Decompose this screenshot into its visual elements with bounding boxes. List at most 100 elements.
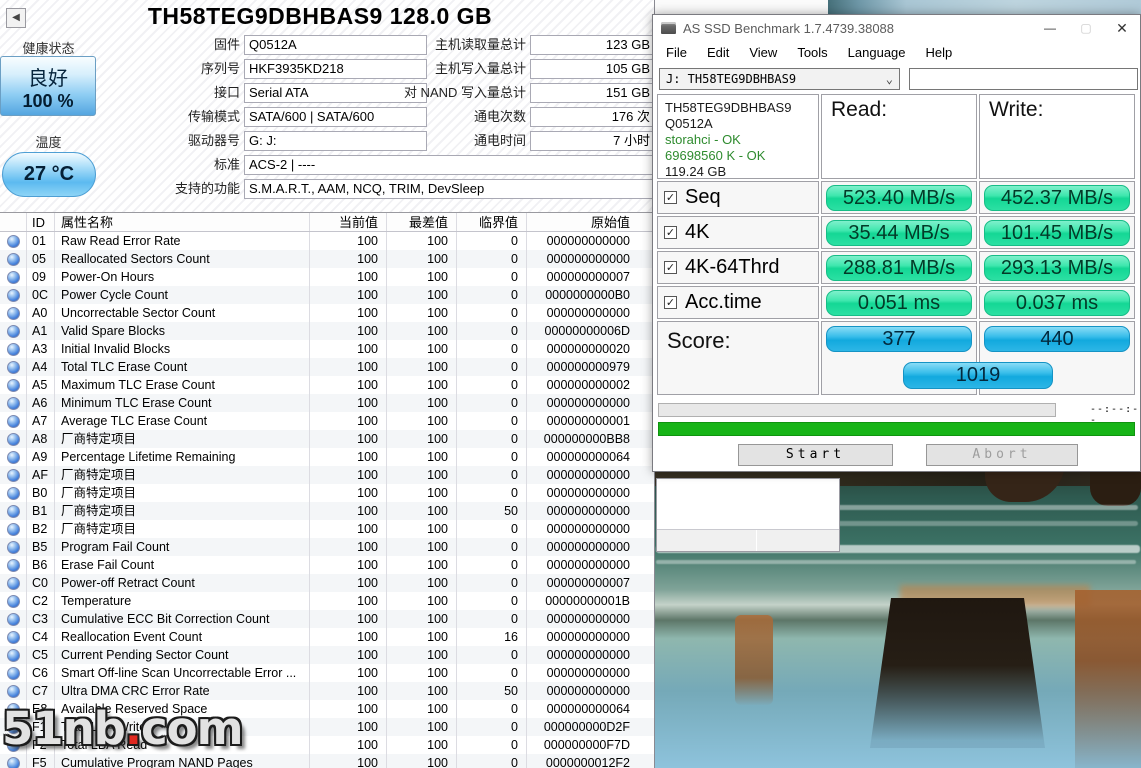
previous-disk-button[interactable]: ◀ [6, 8, 26, 28]
field-label: 支持的功能 [0, 179, 240, 199]
cell-threshold: 0 [456, 592, 526, 610]
status-dot-icon [7, 685, 20, 698]
cell-attribute-name: Program Fail Count [54, 538, 309, 556]
table-row[interactable]: A0 Uncorrectable Sector Count 100 100 0 … [0, 304, 655, 322]
cell-threshold: 0 [456, 286, 526, 304]
titlebar[interactable]: AS SSD Benchmark 1.7.4739.38088 — ▢ ✕ [653, 15, 1140, 41]
table-row[interactable]: B2 厂商特定项目 100 100 0 000000000000 [0, 520, 655, 538]
cell-attribute-name: Cumulative ECC Bit Correction Count [54, 610, 309, 628]
table-row[interactable]: 09 Power-On Hours 100 100 0 000000000007 [0, 268, 655, 286]
table-row[interactable]: A7 Average TLC Erase Count 100 100 0 000… [0, 412, 655, 430]
cell-threshold: 0 [456, 304, 526, 322]
cell-id: A1 [26, 322, 54, 340]
checkbox-seq[interactable]: ✓ [664, 191, 677, 204]
checkbox-4k64[interactable]: ✓ [664, 261, 677, 274]
cell-current: 100 [309, 556, 386, 574]
cell-raw-value: 000000000000 [526, 232, 655, 250]
table-row[interactable]: A8 厂商特定项目 100 100 0 000000000BB8 [0, 430, 655, 448]
table-row[interactable]: C3 Cumulative ECC Bit Correction Count 1… [0, 610, 655, 628]
cell-current: 100 [309, 412, 386, 430]
back-icon: ◀ [12, 12, 20, 23]
field-label: 接口 [0, 83, 240, 103]
table-row[interactable]: 05 Reallocated Sectors Count 100 100 0 0… [0, 250, 655, 268]
score-total: 1019 [903, 362, 1053, 389]
menu-view[interactable]: View [739, 41, 787, 65]
minimize-icon[interactable]: — [1032, 15, 1068, 41]
status-dot-icon [7, 361, 20, 374]
cell-threshold: 0 [456, 574, 526, 592]
header-current: 当前值 [309, 213, 386, 231]
table-row[interactable]: C2 Temperature 100 100 0 00000000001B [0, 592, 655, 610]
table-row[interactable]: B0 厂商特定项目 100 100 0 000000000000 [0, 484, 655, 502]
table-row[interactable]: A9 Percentage Lifetime Remaining 100 100… [0, 448, 655, 466]
cell-raw-value: 000000000000 [526, 682, 655, 700]
cell-attribute-name: 厂商特定项目 [54, 430, 309, 448]
table-row[interactable]: C6 Smart Off-line Scan Uncorrectable Err… [0, 664, 655, 682]
abort-button[interactable]: Abort [926, 444, 1078, 466]
menu-help[interactable]: Help [916, 41, 963, 65]
cell-attribute-name: Total TLC Erase Count [54, 358, 309, 376]
table-row[interactable]: B6 Erase Fail Count 100 100 0 0000000000… [0, 556, 655, 574]
cell-id: A6 [26, 394, 54, 412]
read-column-header: Read: [821, 94, 977, 179]
cell-current: 100 [309, 520, 386, 538]
cell-id: A7 [26, 412, 54, 430]
field-label: 固件 [0, 35, 240, 55]
cell-current: 100 [309, 502, 386, 520]
menu-edit[interactable]: Edit [697, 41, 739, 65]
table-row[interactable]: A1 Valid Spare Blocks 100 100 0 00000000… [0, 322, 655, 340]
table-row[interactable]: C4 Reallocation Event Count 100 100 16 0… [0, 628, 655, 646]
table-row[interactable]: A3 Initial Invalid Blocks 100 100 0 0000… [0, 340, 655, 358]
field-label: 标准 [0, 155, 240, 175]
table-row[interactable]: AF 厂商特定项目 100 100 0 000000000000 [0, 466, 655, 484]
status-dot-icon [7, 649, 20, 662]
table-row[interactable]: B1 厂商特定项目 100 100 50 000000000000 [0, 502, 655, 520]
table-row[interactable]: C0 Power-off Retract Count 100 100 0 000… [0, 574, 655, 592]
cell-worst: 100 [386, 484, 456, 502]
checkbox-acctime[interactable]: ✓ [664, 296, 677, 309]
table-row[interactable]: A6 Minimum TLC Erase Count 100 100 0 000… [0, 394, 655, 412]
status-dot-icon [7, 487, 20, 500]
start-button[interactable]: Start [738, 444, 893, 466]
cell-current: 100 [309, 250, 386, 268]
cell-attribute-name: Ultra DMA CRC Error Rate [54, 682, 309, 700]
table-row[interactable]: A4 Total TLC Erase Count 100 100 0 00000… [0, 358, 655, 376]
cell-attribute-name: Uncorrectable Sector Count [54, 304, 309, 322]
cell-current: 100 [309, 628, 386, 646]
table-row[interactable]: C7 Ultra DMA CRC Error Rate 100 100 50 0… [0, 682, 655, 700]
cell-attribute-name: Cumulative Program NAND Pages [54, 754, 309, 768]
cell-worst: 100 [386, 736, 456, 754]
cell-id: A3 [26, 340, 54, 358]
cell-raw-value: 00000000006D [526, 322, 655, 340]
chevron-down-icon: ⌄ [886, 69, 893, 89]
table-row[interactable]: F5 Cumulative Program NAND Pages 100 100… [0, 754, 655, 768]
empty-textbox[interactable] [909, 68, 1138, 90]
table-row[interactable]: 0C Power Cycle Count 100 100 0 000000000… [0, 286, 655, 304]
status-dot-icon [7, 667, 20, 680]
drive-select[interactable]: J: TH58TEG9DBHBAS9 ⌄ [659, 68, 900, 90]
cell-worst: 100 [386, 376, 456, 394]
cell-current: 100 [309, 484, 386, 502]
table-row[interactable]: 01 Raw Read Error Rate 100 100 0 0000000… [0, 232, 655, 250]
maximize-icon[interactable]: ▢ [1068, 15, 1104, 41]
cell-attribute-name: Reallocated Sectors Count [54, 250, 309, 268]
cell-id: C5 [26, 646, 54, 664]
cell-threshold: 0 [456, 430, 526, 448]
info-firmware: Q0512A [658, 116, 818, 132]
cell-id: AF [26, 466, 54, 484]
menu-language[interactable]: Language [838, 41, 916, 65]
table-row[interactable]: C5 Current Pending Sector Count 100 100 … [0, 646, 655, 664]
menu-file[interactable]: File [656, 41, 697, 65]
app-icon [661, 22, 676, 34]
acctime-read-result: 0.051 ms [826, 290, 972, 316]
cell-threshold: 0 [456, 736, 526, 754]
cell-worst: 100 [386, 268, 456, 286]
table-row[interactable]: B5 Program Fail Count 100 100 0 00000000… [0, 538, 655, 556]
cell-current: 100 [309, 322, 386, 340]
checkbox-4k[interactable]: ✓ [664, 226, 677, 239]
menu-tools[interactable]: Tools [787, 41, 837, 65]
close-icon[interactable]: ✕ [1104, 15, 1140, 41]
cell-worst: 100 [386, 340, 456, 358]
cell-id: C0 [26, 574, 54, 592]
table-row[interactable]: A5 Maximum TLC Erase Count 100 100 0 000… [0, 376, 655, 394]
